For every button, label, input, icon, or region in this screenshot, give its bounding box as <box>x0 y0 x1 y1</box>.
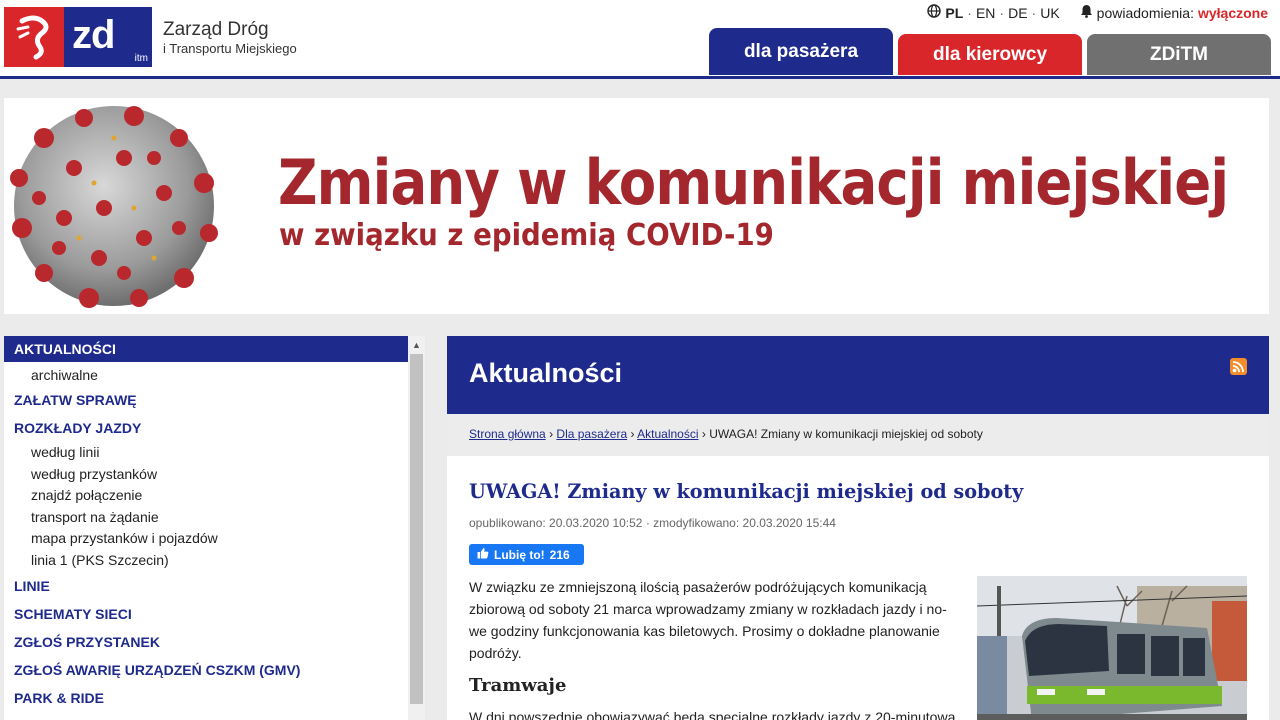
article-title: UWAGA! Zmiany w komunikacji miejskiej od… <box>469 479 1024 503</box>
article-line: we godziny funkcjonowania kas biletowych… <box>469 623 940 639</box>
top-utility-bar: PL · EN · DE · UK powiadomienia: wyłączo… <box>927 4 1268 21</box>
notifications-state[interactable]: wyłączone <box>1198 5 1268 21</box>
rss-icon[interactable] <box>1230 358 1247 375</box>
logo-suffix: itm <box>134 53 148 64</box>
bell-icon <box>1080 4 1093 21</box>
article-line: podróży. <box>469 645 522 661</box>
globe-icon <box>927 4 942 21</box>
lang-separator: · <box>999 4 1005 21</box>
notifications-toggle[interactable]: powiadomienia: wyłączone <box>1080 4 1268 21</box>
tab-dla-pasazera[interactable]: dla pasażera <box>709 28 893 75</box>
breadcrumb-news[interactable]: Aktualności <box>637 427 698 441</box>
coronavirus-image <box>4 98 234 314</box>
org-name-line1: Zarząd Dróg <box>163 19 269 40</box>
article-subheading: Tramwaje <box>469 675 567 696</box>
breadcrumb: Strona główna › Dla pasażera › Aktualnoś… <box>469 427 983 441</box>
article-line: W związku ze zmniejszoną ilością pasażer… <box>469 579 927 595</box>
covid-banner[interactable]: Zmiany w komunikacji miejskiej w związku… <box>4 98 1269 314</box>
site-header: zd itm Zarząd Dróg i Transportu Miejskie… <box>0 0 1280 78</box>
article-body-tramwaje: W dni powszednie obowiązywać będą specja… <box>469 709 956 720</box>
article-line: zbiorową od soboty 21 marca wprowadzamy … <box>469 601 947 617</box>
tram-photo[interactable] <box>977 576 1247 720</box>
tab-dla-kierowcy[interactable]: dla kierowcy <box>898 34 1082 75</box>
scrollbar-thumb[interactable] <box>410 354 423 704</box>
site-logo[interactable]: zd itm <box>4 7 152 67</box>
logo-zditm: zd itm <box>64 7 152 67</box>
lang-separator: · <box>967 4 972 21</box>
seahorse-icon <box>4 7 64 67</box>
lang-separator: · <box>1031 4 1037 21</box>
sidebar-subitem-znajdz-polaczenie[interactable]: znajdź połączenie <box>31 485 142 506</box>
sidebar-item-aktualnosci[interactable]: AKTUALNOŚCI <box>4 336 408 362</box>
sidebar-subitem-mapa-przystankow[interactable]: mapa przystanków i pojazdów <box>31 528 218 549</box>
sidebar-scrollbar[interactable]: ▲ <box>408 336 425 720</box>
facebook-like-button[interactable]: Lubię to! 216 <box>469 544 584 565</box>
sidebar-subitem-transport-na-zadanie[interactable]: transport na żądanie <box>31 507 159 528</box>
breadcrumb-separator: › <box>630 427 635 441</box>
sidebar-item-zglos-awarie[interactable]: ZGŁOŚ AWARIĘ URZĄDZEŃ CSZKM (GMV) <box>4 659 408 681</box>
breadcrumb-separator: › <box>701 427 706 441</box>
thumbs-up-icon <box>477 547 489 562</box>
like-count: 216 <box>549 547 570 562</box>
lang-pl[interactable]: PL <box>945 5 963 21</box>
sidebar-nav: AKTUALNOŚCI archiwalne ZAŁATW SPRAWĘ ROZ… <box>4 336 408 720</box>
logo-text: zd <box>72 13 115 57</box>
tab-zditm[interactable]: ZDiTM <box>1087 34 1271 75</box>
sidebar-item-rozklady-jazdy[interactable]: ROZKŁADY JAZDY <box>4 417 408 439</box>
sidebar-item-park-and-ride[interactable]: PARK & RIDE <box>4 687 408 709</box>
breadcrumb-home[interactable]: Strona główna <box>469 427 546 441</box>
main-content: Aktualności Strona główna › Dla pasażera… <box>447 336 1269 720</box>
article-body: W związku ze zmniejszoną ilością pasażer… <box>469 576 964 664</box>
sidebar-item-linie[interactable]: LINIE <box>4 575 408 597</box>
org-name-line2: i Transportu Miejskiego <box>163 41 297 56</box>
lang-uk[interactable]: UK <box>1040 5 1059 21</box>
section-title: Aktualności <box>469 358 623 388</box>
notifications-label: powiadomienia: <box>1096 4 1194 21</box>
org-name: Zarząd Dróg i Transportu Miejskiego <box>163 19 297 57</box>
sidebar-subitem-archiwalne[interactable]: archiwalne <box>31 365 98 386</box>
main-tabs: dla pasażera dla kierowcy ZDiTM <box>709 28 1271 75</box>
breadcrumb-current: UWAGA! Zmiany w komunikacji miejskiej od… <box>709 427 983 441</box>
lang-en[interactable]: EN <box>976 5 995 21</box>
breadcrumb-bar: Strona główna › Dla pasażera › Aktualnoś… <box>447 414 1269 456</box>
sidebar-item-zglos-przystanek[interactable]: ZGŁOŚ PRZYSTANEK <box>4 631 408 653</box>
sidebar-item-schematy-sieci[interactable]: SCHEMATY SIECI <box>4 603 408 625</box>
banner-title: Zmiany w komunikacji miejskiej <box>278 146 1229 219</box>
sidebar-subitem-wedlug-przystankow[interactable]: według przystanków <box>31 464 157 485</box>
scroll-up-arrow-icon[interactable]: ▲ <box>408 336 425 353</box>
section-header: Aktualności <box>447 336 1269 414</box>
sidebar-subitem-linia-1[interactable]: linia 1 (PKS Szczecin) <box>31 550 169 571</box>
sidebar-item-zalatw-sprawe[interactable]: ZAŁATW SPRAWĘ <box>4 389 408 411</box>
like-label: Lubię to! <box>494 547 545 562</box>
article-meta: opublikowano: 20.03.2020 10:52 · zmodyfi… <box>469 516 836 530</box>
banner-subtitle: w związku z epidemią COVID-19 <box>279 218 774 253</box>
sidebar-subitem-wedlug-linii[interactable]: według linii <box>31 442 99 463</box>
language-switcher: PL · EN · DE · UK <box>927 4 1060 21</box>
lang-de[interactable]: DE <box>1008 5 1027 21</box>
breadcrumb-passenger[interactable]: Dla pasażera <box>556 427 627 441</box>
header-divider <box>0 76 1280 79</box>
breadcrumb-separator: › <box>549 427 554 441</box>
